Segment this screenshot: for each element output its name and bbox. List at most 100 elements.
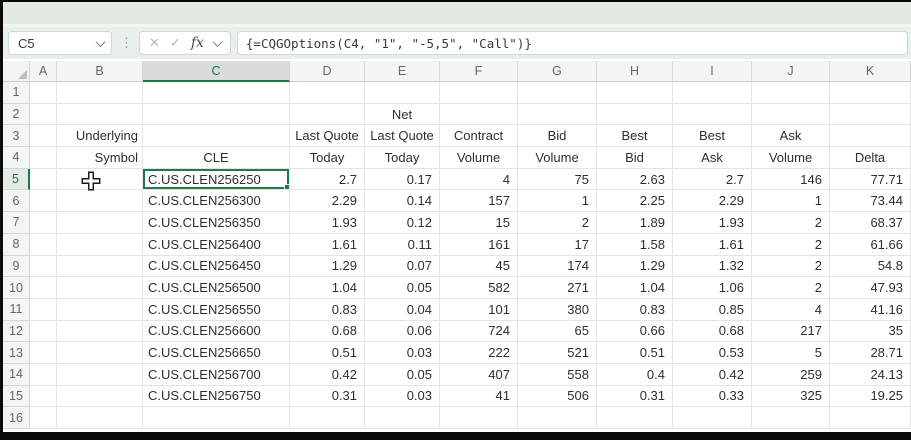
cell-C12[interactable]: C.US.CLEN256600 [143, 321, 290, 343]
cancel-icon[interactable]: ✕ [149, 35, 160, 51]
cell-F13[interactable]: 222 [440, 342, 518, 364]
enter-icon[interactable]: ✓ [170, 35, 181, 51]
cell-F14[interactable]: 407 [440, 364, 518, 386]
cell-I10[interactable]: 1.06 [673, 277, 752, 299]
cell-H14[interactable]: 0.4 [597, 364, 673, 386]
cell-A8[interactable] [30, 234, 57, 256]
cell-E6[interactable]: 0.14 [365, 190, 440, 212]
cell-G5[interactable]: 75 [518, 169, 597, 191]
select-all-corner[interactable] [3, 61, 30, 82]
cell-D9[interactable]: 1.29 [290, 256, 365, 278]
cell-E16[interactable] [365, 407, 440, 429]
cell-D8[interactable]: 1.61 [290, 234, 365, 256]
cell-B12[interactable] [57, 321, 143, 343]
cell-H11[interactable]: 0.83 [597, 299, 673, 321]
cell-F10[interactable]: 582 [440, 277, 518, 299]
cell-G2[interactable] [518, 104, 597, 126]
cell-H15[interactable]: 0.31 [597, 386, 673, 408]
column-header-E[interactable]: E [365, 61, 440, 82]
cell-G3[interactable]: Bid [518, 125, 597, 147]
cell-D10[interactable]: 1.04 [290, 277, 365, 299]
cell-I5[interactable]: 2.7 [673, 169, 752, 191]
cell-B16[interactable] [57, 407, 143, 429]
cell-J2[interactable] [752, 104, 830, 126]
cell-B3[interactable]: Underlying [57, 125, 143, 147]
cell-G4[interactable]: Volume [518, 147, 597, 169]
cell-K1[interactable] [830, 82, 911, 104]
cell-C11[interactable]: C.US.CLEN256550 [143, 299, 290, 321]
cell-B7[interactable] [57, 212, 143, 234]
cell-C14[interactable]: C.US.CLEN256700 [143, 364, 290, 386]
row-header-11[interactable]: 11 [3, 299, 30, 321]
cell-C4[interactable]: CLE [143, 147, 290, 169]
row-header-8[interactable]: 8 [3, 234, 30, 256]
column-header-J[interactable]: J [752, 61, 830, 82]
cell-C16[interactable] [143, 407, 290, 429]
cell-A15[interactable] [30, 386, 57, 408]
cell-H10[interactable]: 1.04 [597, 277, 673, 299]
cell-F1[interactable] [440, 82, 518, 104]
cell-C2[interactable] [143, 104, 290, 126]
row-header-4[interactable]: 4 [3, 147, 30, 169]
cell-A12[interactable] [30, 321, 57, 343]
cell-I15[interactable]: 0.33 [673, 386, 752, 408]
cell-F2[interactable] [440, 104, 518, 126]
cell-C10[interactable]: C.US.CLEN256500 [143, 277, 290, 299]
cell-G7[interactable]: 2 [518, 212, 597, 234]
row-header-10[interactable]: 10 [3, 277, 30, 299]
cell-J15[interactable]: 325 [752, 386, 830, 408]
cell-I9[interactable]: 1.32 [673, 256, 752, 278]
row-header-7[interactable]: 7 [3, 212, 30, 234]
cell-H4[interactable]: Bid [597, 147, 673, 169]
cell-K11[interactable]: 41.16 [830, 299, 911, 321]
cell-K8[interactable]: 61.66 [830, 234, 911, 256]
cell-A5[interactable] [30, 169, 57, 191]
cell-H1[interactable] [597, 82, 673, 104]
cell-A16[interactable] [30, 407, 57, 429]
cell-D16[interactable] [290, 407, 365, 429]
cell-D7[interactable]: 1.93 [290, 212, 365, 234]
cell-G12[interactable]: 65 [518, 321, 597, 343]
column-header-B[interactable]: B [57, 61, 143, 82]
cell-K5[interactable]: 77.71 [830, 169, 911, 191]
cell-I7[interactable]: 1.93 [673, 212, 752, 234]
cell-K15[interactable]: 19.25 [830, 386, 911, 408]
cell-E13[interactable]: 0.03 [365, 342, 440, 364]
insert-function-icon[interactable]: fx [191, 35, 204, 51]
row-header-6[interactable]: 6 [3, 190, 30, 212]
cell-D14[interactable]: 0.42 [290, 364, 365, 386]
cell-K16[interactable] [830, 407, 911, 429]
row-header-1[interactable]: 1 [3, 82, 30, 104]
cell-J6[interactable]: 1 [752, 190, 830, 212]
row-header-14[interactable]: 14 [3, 364, 30, 386]
cell-E5[interactable]: 0.17 [365, 169, 440, 191]
cell-D6[interactable]: 2.29 [290, 190, 365, 212]
cell-I12[interactable]: 0.68 [673, 321, 752, 343]
cell-J8[interactable]: 2 [752, 234, 830, 256]
cell-I6[interactable]: 2.29 [673, 190, 752, 212]
column-header-I[interactable]: I [673, 61, 752, 82]
cell-E15[interactable]: 0.03 [365, 386, 440, 408]
cell-H3[interactable]: Best [597, 125, 673, 147]
column-header-H[interactable]: H [597, 61, 673, 82]
cell-J12[interactable]: 217 [752, 321, 830, 343]
chevron-down-icon[interactable] [212, 37, 222, 47]
cell-A13[interactable] [30, 342, 57, 364]
cell-B10[interactable] [57, 277, 143, 299]
cell-A11[interactable] [30, 299, 57, 321]
cell-J10[interactable]: 2 [752, 277, 830, 299]
cell-F7[interactable]: 15 [440, 212, 518, 234]
cell-G6[interactable]: 1 [518, 190, 597, 212]
column-header-D[interactable]: D [290, 61, 365, 82]
name-box[interactable]: C5 [8, 31, 112, 55]
cell-K6[interactable]: 73.44 [830, 190, 911, 212]
cell-B9[interactable] [57, 256, 143, 278]
cell-C8[interactable]: C.US.CLEN256400 [143, 234, 290, 256]
cell-C15[interactable]: C.US.CLEN256750 [143, 386, 290, 408]
cell-J1[interactable] [752, 82, 830, 104]
cell-C7[interactable]: C.US.CLEN256350 [143, 212, 290, 234]
cell-E11[interactable]: 0.04 [365, 299, 440, 321]
cell-F4[interactable]: Volume [440, 147, 518, 169]
cell-B13[interactable] [57, 342, 143, 364]
row-header-15[interactable]: 15 [3, 386, 30, 408]
